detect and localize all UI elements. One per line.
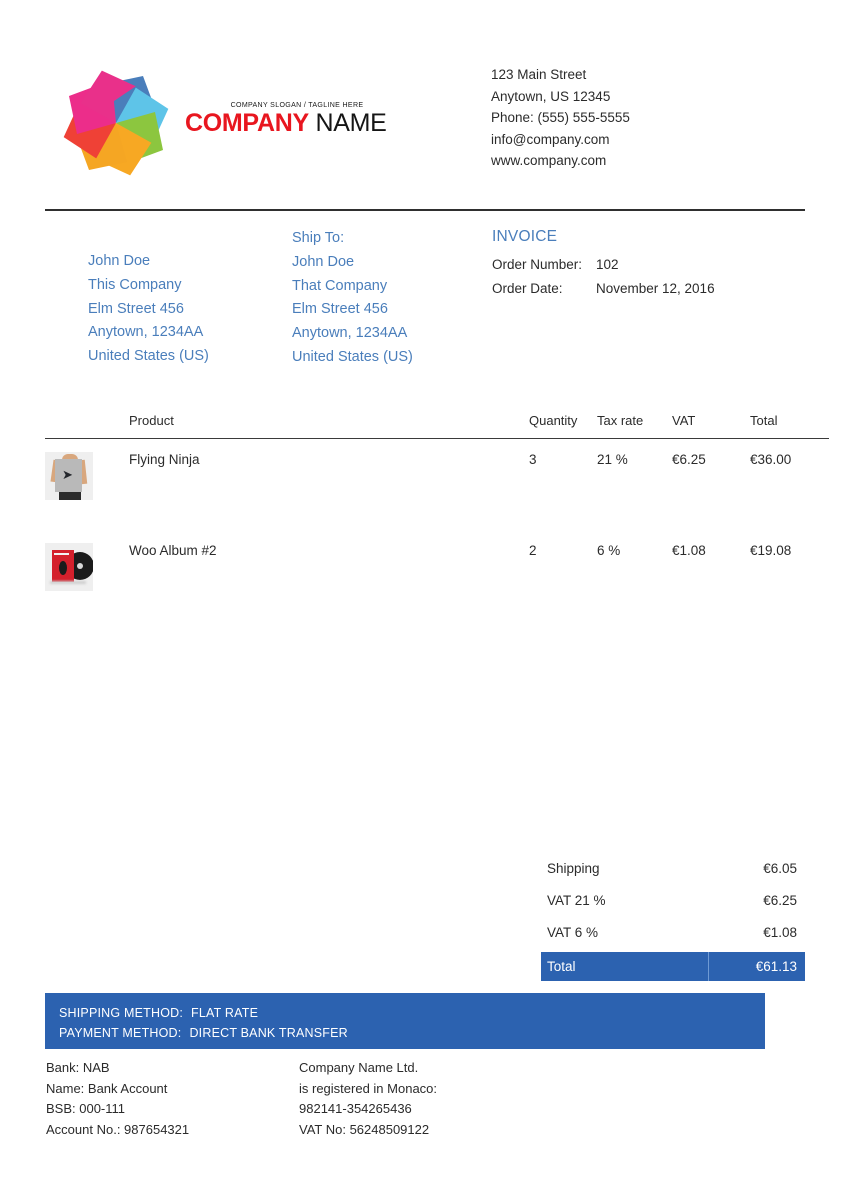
company-name-part2: NAME: [308, 109, 387, 137]
td-vat: €1.08: [672, 543, 706, 558]
order-date-label: Order Date:: [492, 280, 563, 296]
shipping-method-line: SHIPPING METHOD: FLAT RATE: [59, 1003, 765, 1023]
bank-bsb: BSB: 000-111: [46, 1101, 126, 1116]
payment-method-value: DIRECT BANK TRANSFER: [189, 1026, 348, 1040]
company-logo-block: COMPANY SLOGAN / TAGLINE HERE COMPANY NA…: [52, 62, 387, 182]
billing-street: Elm Street 456: [88, 300, 184, 317]
totals-value-vat6: €1.08: [763, 924, 797, 940]
td-thumbnail: ➤: [45, 439, 105, 531]
billing-country: United States (US): [88, 348, 209, 365]
company-phone: Phone: (555) 555-5555: [491, 110, 630, 125]
registered-location: is registered in Monaco:: [299, 1080, 438, 1096]
company-city: Anytown, US 12345: [491, 88, 611, 104]
registration-details: Company Name Ltd. is registered in Monac…: [299, 1058, 437, 1140]
invoice-header: COMPANY SLOGAN / TAGLINE HERE COMPANY NA…: [0, 0, 850, 205]
td-vat: €6.25: [672, 452, 706, 467]
company-name-part1: COMPANY: [185, 109, 309, 137]
td-total: €36.00: [750, 452, 792, 467]
order-number-row: Order Number: 102: [492, 253, 715, 277]
bank-account-name: Name: Bank Account: [46, 1080, 168, 1096]
grand-total-value: €61.13: [755, 959, 797, 974]
invoice-title: INVOICE: [492, 228, 558, 245]
payment-method-label: PAYMENT METHOD:: [59, 1026, 182, 1040]
registered-company-name: Company Name Ltd.: [299, 1060, 419, 1075]
order-number-value: 102: [596, 257, 619, 272]
order-date-value: November 12, 2016: [596, 280, 715, 296]
billing-company: This Company: [88, 276, 182, 293]
line-items-table: Product Quantity Tax rate VAT Total ➤ Fl…: [45, 413, 829, 621]
billing-name: John Doe: [88, 253, 151, 269]
header-divider: [45, 209, 805, 211]
th-tax-rate: Tax rate: [597, 413, 644, 428]
album-sleeve-cutout: [59, 561, 67, 575]
table-row: Woo Album #2 2 6 % €1.08 €19.08: [45, 530, 829, 621]
company-email: info@company.com: [491, 131, 610, 147]
th-total: Total: [750, 413, 778, 428]
shipping-company: That Company: [292, 277, 388, 294]
album-sleeve-title-bar: [54, 553, 69, 555]
totals-label-vat21: VAT 21 %: [547, 892, 606, 908]
company-slogan: COMPANY SLOGAN / TAGLINE HERE: [230, 100, 364, 109]
shipping-address: Ship To: John Doe That Company Elm Stree…: [292, 227, 413, 370]
shipping-heading: Ship To:: [292, 230, 345, 246]
company-website: www.company.com: [491, 153, 607, 168]
shipping-method-value: FLAT RATE: [191, 1006, 259, 1020]
bank-account-number: Account No.: 987654321: [46, 1121, 190, 1137]
bank-name: Bank: NAB: [46, 1060, 110, 1075]
tshirt-thumbnail: ➤: [45, 452, 93, 500]
shipping-name: John Doe: [292, 253, 355, 270]
table-header-row: Product Quantity Tax rate VAT Total: [45, 413, 829, 439]
company-street: 123 Main Street: [491, 67, 587, 82]
invoice-page: COMPANY SLOGAN / TAGLINE HERE COMPANY NA…: [0, 0, 850, 1197]
td-quantity: 3: [529, 452, 537, 467]
totals-summary: Shipping €6.05 VAT 21 % €6.25 VAT 6 % €1…: [541, 852, 805, 981]
ninja-graphic-icon: ➤: [62, 467, 73, 482]
td-thumbnail: [45, 530, 105, 621]
shipping-country: United States (US): [292, 348, 413, 365]
td-quantity: 2: [529, 543, 537, 558]
company-address: 123 Main Street Anytown, US 12345 Phone:…: [491, 64, 630, 172]
album-thumbnail: [45, 543, 93, 591]
totals-value-shipping: €6.05: [763, 860, 797, 876]
grand-total-row: Total €61.13: [541, 952, 805, 981]
totals-label-shipping: Shipping: [547, 860, 600, 876]
billing-address: John Doe This Company Elm Street 456 Any…: [88, 250, 209, 369]
shipping-city: Anytown, 1234AA: [292, 325, 408, 342]
th-product: Product: [129, 413, 174, 428]
order-date-row: Order Date: November 12, 2016: [492, 277, 715, 301]
totals-row-shipping: Shipping €6.05: [541, 852, 805, 884]
totals-row-vat6: VAT 6 % €1.08: [541, 916, 805, 948]
billing-city: Anytown, 1234AA: [88, 324, 204, 341]
brand-text: COMPANY SLOGAN / TAGLINE HERE COMPANY NA…: [185, 100, 405, 137]
shipping-street: Elm Street 456: [292, 301, 388, 318]
album-sleeve-shape: [52, 550, 74, 582]
vat-number: VAT No: 56248509122: [299, 1121, 430, 1137]
th-vat: VAT: [672, 413, 696, 428]
totals-label-vat6: VAT 6 %: [547, 924, 599, 940]
method-banner: SHIPPING METHOD: FLAT RATE PAYMENT METHOD…: [45, 993, 765, 1049]
th-quantity: Quantity: [529, 413, 578, 428]
bank-details: Bank: NAB Name: Bank Account BSB: 000-11…: [46, 1058, 189, 1140]
th-thumbnail: [45, 413, 105, 439]
album-shadow: [50, 581, 86, 584]
order-number-label: Order Number:: [492, 257, 583, 272]
td-tax-rate: 6 %: [597, 543, 621, 558]
td-product: Woo Album #2: [129, 543, 217, 558]
td-tax-rate: 21 %: [597, 452, 628, 467]
company-name: COMPANY NAME: [185, 110, 405, 137]
shipping-method-label: SHIPPING METHOD:: [59, 1006, 184, 1020]
registration-number: 982141-354265436: [299, 1101, 412, 1116]
pinwheel-logo-icon: [63, 70, 169, 176]
invoice-meta: INVOICE Order Number: 102 Order Date: Nove…: [492, 228, 715, 300]
totals-value-vat21: €6.25: [763, 892, 797, 908]
grand-total-label: Total: [541, 952, 709, 981]
table-row: ➤ Flying Ninja 3 21 % €6.25 €36.00: [45, 439, 829, 531]
td-product: Flying Ninja: [129, 452, 200, 467]
totals-row-vat21: VAT 21 % €6.25: [541, 884, 805, 916]
td-total: €19.08: [750, 543, 792, 558]
payment-method-line: PAYMENT METHOD: DIRECT BANK TRANSFER: [59, 1023, 765, 1043]
